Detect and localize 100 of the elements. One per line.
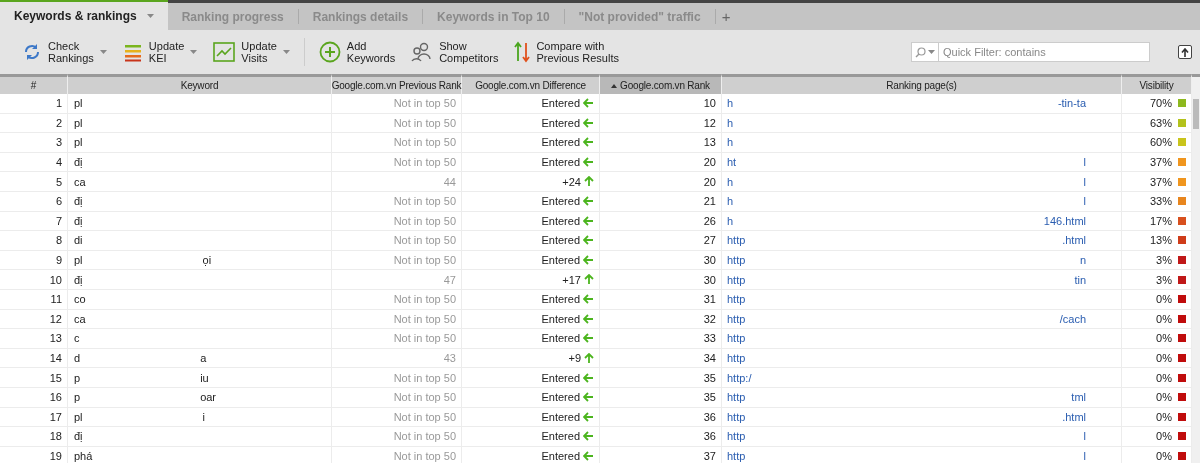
previous-rank: Not in top 50 (332, 427, 462, 447)
keyword-text: di (74, 234, 83, 247)
page-link[interactable]: h (727, 214, 734, 227)
page-link[interactable]: http (727, 312, 746, 325)
row-number: 8 (0, 231, 68, 251)
page-link[interactable]: tin (1074, 273, 1086, 286)
keyword-text: pl (74, 97, 83, 110)
column-header[interactable]: Google.com.vn Rank (600, 74, 722, 94)
page-link[interactable]: http (727, 332, 746, 345)
difference-text: +24 (562, 175, 581, 188)
page-link[interactable]: h (727, 175, 734, 188)
rank-cell: 36 (600, 427, 722, 447)
page-link[interactable]: http (727, 234, 746, 247)
collapse-button[interactable] (1178, 45, 1192, 59)
page-link[interactable]: http (727, 450, 746, 462)
previous-rank: 44 (332, 172, 462, 192)
page-link[interactable]: ht (727, 156, 737, 169)
page-link[interactable]: .html (1062, 234, 1086, 247)
page-link[interactable]: /cach (1059, 312, 1086, 325)
toolbar-button[interactable]: Compare with Previous Results (506, 34, 627, 70)
difference-text: Entered (541, 195, 580, 208)
visibility-text: 37% (1149, 175, 1172, 188)
difference-text: Entered (541, 136, 580, 149)
keyword-text: pl (74, 254, 83, 267)
page-link[interactable]: http (727, 391, 746, 404)
keyword-text: đị (74, 214, 83, 227)
row-number: 14 (0, 348, 68, 369)
page-link[interactable]: http (727, 430, 746, 443)
previous-rank: Not in top 50 (332, 211, 462, 232)
rank-cell: 20 (600, 152, 722, 173)
vertical-scrollbar[interactable] (1192, 74, 1200, 463)
keyword-text: đị (74, 273, 83, 286)
keyword-text: ọi (202, 254, 212, 267)
toolbar-button[interactable]: Update KEI (114, 34, 206, 70)
page-link[interactable]: http (727, 352, 746, 364)
visibility-text: 0% (1156, 410, 1172, 423)
keyword-text: co (74, 293, 86, 306)
column-header[interactable]: Ranking page(s) (722, 74, 1122, 94)
keyword-text: pl (74, 116, 83, 129)
page-link[interactable]: tml (1071, 391, 1086, 404)
toolbar-button[interactable]: Add Keywords (310, 34, 404, 70)
row-number: 7 (0, 211, 68, 232)
page-link[interactable]: http (727, 293, 746, 306)
left-arrow-icon (583, 372, 594, 383)
rank-cell: 32 (600, 309, 722, 330)
page-link[interactable]: l (1083, 175, 1086, 188)
toolbar-button[interactable]: Show Competitors (403, 34, 507, 70)
page-link[interactable]: l (1083, 430, 1086, 443)
page-link[interactable]: .html (1062, 410, 1086, 423)
row-number: 5 (0, 172, 68, 192)
page-link[interactable]: 146.html (1043, 214, 1086, 227)
column-header[interactable]: Google.com.vn Difference (462, 74, 600, 94)
visibility-text: 0% (1156, 371, 1172, 384)
rank-cell: 37 (600, 446, 722, 463)
page-link[interactable]: l (1083, 156, 1086, 169)
sort-icon (611, 83, 618, 88)
refresh-icon (22, 42, 42, 62)
rank-cell: 33 (600, 329, 722, 349)
search-options-button[interactable] (911, 42, 939, 62)
page-link[interactable]: n (1079, 254, 1086, 267)
column-header[interactable]: Visibility (1122, 74, 1192, 94)
difference-text: Entered (541, 293, 580, 306)
toolbar-button[interactable]: Check Rankings (14, 34, 115, 70)
tab[interactable]: Keywords & rankings (0, 0, 168, 30)
page-link[interactable]: h (727, 136, 734, 149)
page-link[interactable]: http (727, 410, 746, 423)
page-link[interactable]: l (1083, 195, 1086, 208)
column-header[interactable]: # (0, 74, 68, 94)
toolbar-button[interactable]: Update Visits (205, 34, 298, 70)
left-arrow-icon (583, 392, 594, 403)
page-link[interactable]: http:/ (727, 371, 752, 384)
page-link[interactable]: http (727, 254, 746, 267)
page-link[interactable]: h (727, 116, 734, 129)
row-number: 9 (0, 250, 68, 271)
column-header[interactable]: Keyword (68, 74, 332, 94)
visibility-text: 0% (1156, 450, 1172, 462)
difference-text: Entered (541, 450, 580, 462)
rank-cell: 27 (600, 231, 722, 251)
keyword-text: c (74, 332, 80, 345)
row-number: 10 (0, 270, 68, 290)
difference-text: Entered (541, 430, 580, 443)
row-number: 11 (0, 289, 68, 310)
row-number: 17 (0, 407, 68, 428)
page-link[interactable]: h (727, 97, 734, 110)
rank-cell: 35 (600, 387, 722, 408)
page-link[interactable]: -tin-ta (1057, 97, 1086, 110)
left-arrow-icon (583, 98, 594, 109)
page-link[interactable]: http (727, 273, 746, 286)
row-number: 12 (0, 309, 68, 330)
rank-cell: 12 (600, 113, 722, 134)
previous-rank: Not in top 50 (332, 231, 462, 251)
page-link[interactable]: l (1083, 450, 1086, 462)
row-number: 3 (0, 133, 68, 153)
column-header[interactable]: Google.com.vn Previous Rank (332, 74, 462, 94)
left-arrow-icon (583, 157, 594, 168)
rank-cell: 21 (600, 191, 722, 212)
page-link[interactable]: h (727, 195, 734, 208)
row-number: 18 (0, 427, 68, 447)
previous-rank: Not in top 50 (332, 94, 462, 114)
quick-filter-field[interactable]: Quick Filter: contains (939, 42, 1150, 62)
